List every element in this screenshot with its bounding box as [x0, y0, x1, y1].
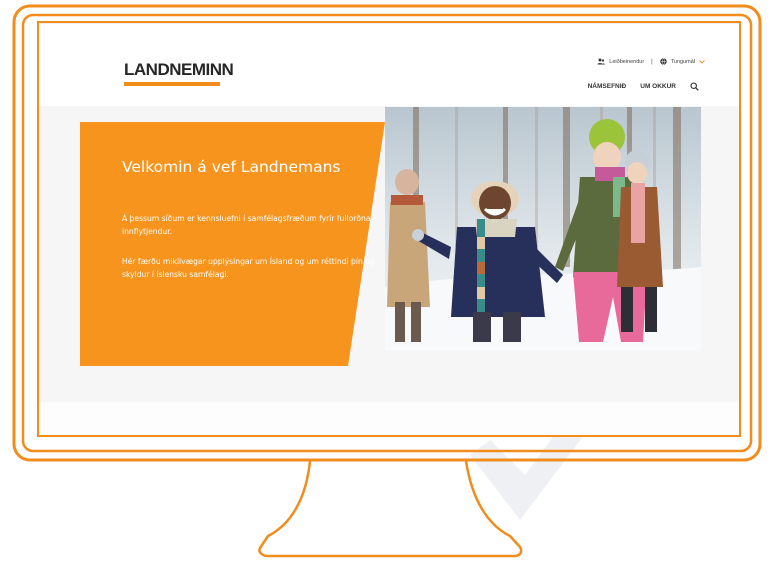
- utility-separator: |: [651, 58, 653, 65]
- hero-photo: [385, 107, 701, 351]
- browser-screen: LANDNEMINN Leiðbeinendur | Tungumál NÁMS…: [39, 23, 739, 435]
- main-nav: NÁMSEFNIÐ UM OKKUR: [588, 82, 699, 91]
- hero-paragraph-1: Á þessum síðum er kennsluefni í samfélag…: [122, 214, 371, 236]
- globe-icon: [660, 58, 667, 65]
- page-stage: LANDNEMINN Leiðbeinendur | Tungumál NÁMS…: [0, 0, 773, 562]
- site-logo[interactable]: LANDNEMINN: [124, 61, 234, 78]
- chevron-down-icon[interactable]: [699, 59, 705, 64]
- person-group-icon: [597, 58, 606, 65]
- search-icon[interactable]: [690, 82, 699, 91]
- hero-title: Velkomin á vef Landnemans: [122, 158, 341, 176]
- monitor-stand: [258, 460, 523, 558]
- hero-paragraph-2: Hér færðu mikilvægar upplýsingar um Ísla…: [122, 257, 375, 279]
- nav-item-namsefnid[interactable]: NÁMSEFNIÐ: [588, 83, 627, 90]
- logo-tagline-stripe: [124, 82, 220, 86]
- language-selector[interactable]: Tungumál: [671, 59, 695, 65]
- nav-item-um-okkur[interactable]: UM OKKUR: [640, 83, 676, 90]
- utility-bar: Leiðbeinendur | Tungumál: [597, 58, 705, 65]
- teacher-link[interactable]: Leiðbeinendur: [609, 59, 644, 65]
